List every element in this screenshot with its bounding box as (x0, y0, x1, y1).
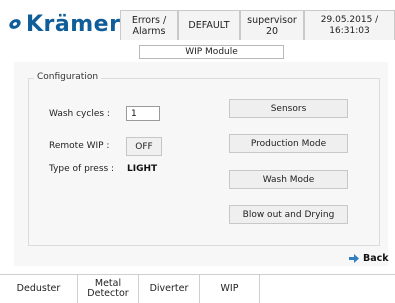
errors-alarms-button[interactable]: Errors / Alarms (120, 10, 178, 40)
wash-cycles-input[interactable]: 1 (126, 106, 160, 121)
tab-wip[interactable]: WIP (200, 275, 260, 303)
press-type-label: Type of press : (49, 164, 115, 174)
tab-metal-detector[interactable]: Metal Detector (78, 275, 139, 303)
press-type-value: LIGHT (127, 164, 158, 174)
user-indicator[interactable]: supervisor 20 (240, 10, 304, 40)
wash-mode-button[interactable]: Wash Mode (229, 170, 348, 189)
configuration-legend: Configuration (34, 72, 102, 82)
back-label: Back (363, 252, 389, 264)
blow-out-drying-button[interactable]: Blow out and Drying (229, 205, 348, 224)
tab-diverter[interactable]: Diverter (139, 275, 200, 303)
kraemer-logo: Krämer (8, 11, 120, 37)
logo-text: Krämer (26, 11, 121, 37)
remote-wip-toggle[interactable]: OFF (126, 137, 162, 156)
tab-deduster[interactable]: Deduster (0, 275, 78, 303)
back-button[interactable]: Back (349, 252, 389, 264)
datetime-display: 29.05.2015 / 16:31:03 (304, 10, 395, 40)
logo-mark-icon (9, 19, 21, 29)
sensors-button[interactable]: Sensors (229, 99, 348, 118)
top-bar: Krämer Errors / Alarms DEFAULT superviso… (0, 0, 395, 48)
wash-cycles-label: Wash cycles : (49, 109, 110, 119)
arrow-right-icon (349, 253, 359, 263)
bottom-tab-bar: Deduster Metal Detector Diverter WIP (0, 274, 395, 303)
screen-title: WIP Module (139, 45, 284, 59)
remote-wip-label: Remote WIP : (49, 141, 110, 151)
mode-indicator[interactable]: DEFAULT (178, 10, 240, 40)
production-mode-button[interactable]: Production Mode (229, 134, 348, 153)
